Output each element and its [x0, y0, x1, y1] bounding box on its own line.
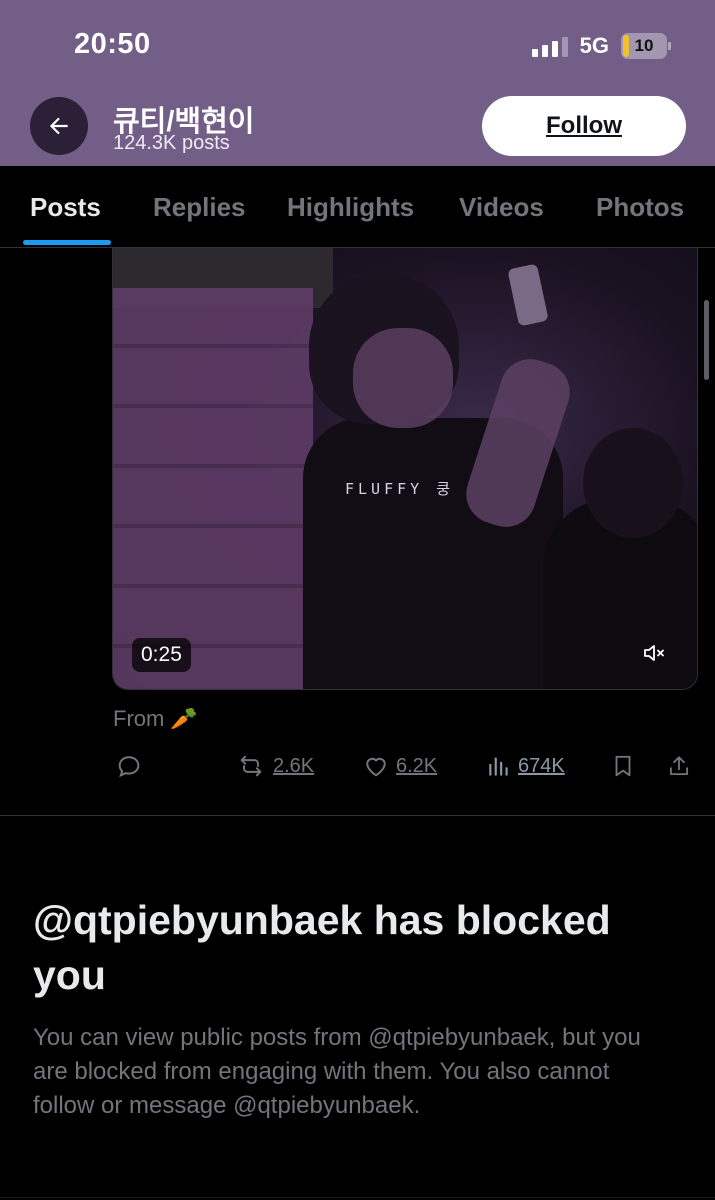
share-button[interactable] [666, 748, 692, 784]
tab-photos[interactable]: Photos [596, 166, 684, 248]
scrollbar[interactable] [704, 300, 709, 380]
reply-bubble-icon [118, 756, 140, 778]
tab-highlights[interactable]: Highlights [287, 166, 414, 248]
video-overlay-text: FLUFFY 쿵 [345, 480, 455, 498]
active-tab-indicator [23, 240, 111, 245]
reply-button[interactable] [115, 748, 143, 784]
repost-count: 2.6K [273, 754, 315, 777]
heart-icon [366, 757, 386, 777]
profile-tabs: Posts Replies Highlights Videos Photos [0, 166, 715, 248]
cellular-signal-icon [531, 35, 568, 57]
bottom-edge [0, 1197, 715, 1198]
section-divider [0, 815, 715, 816]
views-button[interactable]: 674K [486, 748, 565, 784]
share-icon [669, 756, 689, 776]
post-count: 124.3K posts [113, 132, 230, 154]
speaker-muted-icon [644, 645, 664, 661]
views-chart-icon [489, 757, 508, 776]
tab-videos[interactable]: Videos [459, 166, 544, 248]
back-button[interactable] [30, 97, 88, 155]
tab-posts[interactable]: Posts [30, 166, 101, 248]
status-time: 20:50 [74, 28, 151, 60]
view-count: 674K [518, 754, 565, 777]
carrot-emoji: 🥕 [170, 706, 198, 731]
from-label: From [113, 706, 165, 731]
blocked-message: You can view public posts from @qtpiebyu… [33, 1024, 641, 1119]
repost-button[interactable]: 2.6K [235, 748, 314, 784]
profile-header: 20:50 5G 10 큐티/백현이 124.3K posts Follow [0, 0, 715, 166]
status-icons: 5G 10 [531, 33, 671, 59]
bookmark-button[interactable] [610, 748, 636, 784]
tab-replies[interactable]: Replies [153, 166, 246, 248]
post-actions: 2.6K 6.2K 674K [0, 748, 715, 788]
post-source: From 🥕 [113, 706, 198, 732]
bookmark-icon [615, 755, 631, 777]
phone-in-video [507, 263, 549, 327]
network-type: 5G [579, 33, 609, 58]
blocked-title: @qtpiebyunbaek has blocked you [33, 897, 611, 998]
repost-icon [240, 755, 262, 777]
like-count: 6.2K [396, 754, 438, 777]
post-video[interactable]: FLUFFY 쿵 0:25 [112, 248, 698, 690]
mute-button[interactable] [637, 636, 671, 670]
like-button[interactable]: 6.2K [362, 748, 437, 784]
follow-button[interactable]: Follow [482, 96, 686, 156]
video-duration: 0:25 [132, 638, 191, 672]
arrow-left-icon [49, 117, 68, 135]
battery-icon: 10 [621, 33, 671, 59]
video-background-wall [113, 288, 313, 689]
battery-level: 10 [634, 36, 654, 55]
